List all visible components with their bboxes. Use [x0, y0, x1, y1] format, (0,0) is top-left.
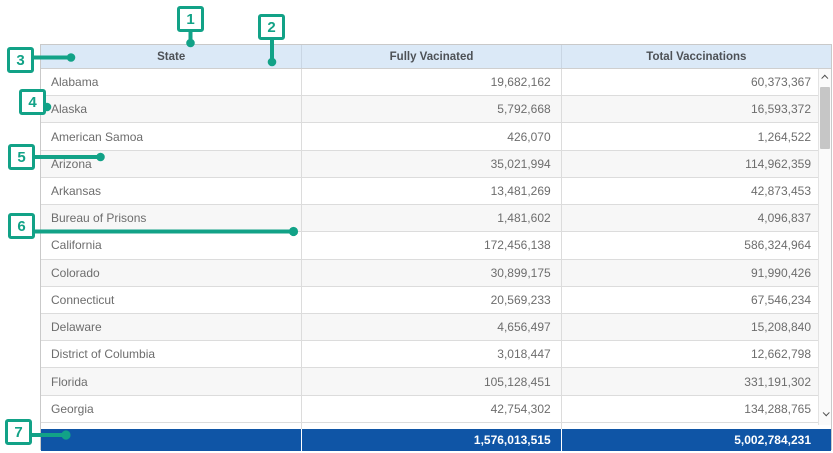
callout-4-badge: 4: [19, 89, 46, 115]
vertical-scrollbar[interactable]: [818, 69, 831, 425]
summary-row: 1,576,013,515 5,002,784,231: [41, 429, 831, 451]
cell-total: 67,546,234: [562, 287, 831, 313]
column-header-state[interactable]: State: [41, 45, 302, 68]
cell-total: 331,191,302: [562, 368, 831, 394]
summary-fully-total: 1,576,013,515: [302, 429, 561, 451]
cell-total: 12,662,798: [562, 341, 831, 367]
cell-fully: 3,018,447: [302, 341, 561, 367]
table-body: Alabama 19,682,162 60,373,367 Alaska 5,7…: [41, 69, 831, 423]
cell-state: District of Columbia: [41, 341, 302, 367]
table-row[interactable]: Bureau of Prisons 1,481,602 4,096,837: [41, 205, 831, 232]
callout-1-badge: 1: [177, 6, 204, 32]
table-row[interactable]: Georgia 42,754,302 134,288,765: [41, 396, 831, 423]
scrollbar-thumb[interactable]: [820, 87, 830, 149]
cell-state: Alabama: [41, 69, 302, 95]
cell-total: 134,288,765: [562, 396, 831, 422]
cell-fully: 19,682,162: [302, 69, 561, 95]
table-header-row: State Fully Vacinated Total Vaccinations: [41, 45, 831, 69]
callout-3-badge: 3: [7, 47, 34, 73]
cell-fully: 105,128,451: [302, 368, 561, 394]
summary-state-cell: [41, 429, 302, 451]
cell-fully: 30,899,175: [302, 260, 561, 286]
callout-2-badge: 2: [258, 14, 285, 40]
table-row[interactable]: American Samoa 426,070 1,264,522: [41, 123, 831, 150]
cell-state: American Samoa: [41, 123, 302, 149]
cell-fully: 20,569,233: [302, 287, 561, 313]
cell-state: Bureau of Prisons: [41, 205, 302, 231]
cell-total: 42,873,453: [562, 178, 831, 204]
chevron-down-icon: [822, 409, 829, 416]
cell-state: Colorado: [41, 260, 302, 286]
table-row[interactable]: Alabama 19,682,162 60,373,367: [41, 69, 831, 96]
table-row[interactable]: Connecticut 20,569,233 67,546,234: [41, 287, 831, 314]
table-row[interactable]: California 172,456,138 586,324,964: [41, 232, 831, 259]
table-row[interactable]: Colorado 30,899,175 91,990,426: [41, 260, 831, 287]
cell-fully: 4,656,497: [302, 314, 561, 340]
cell-total: 4,096,837: [562, 205, 831, 231]
table-row[interactable]: Florida 105,128,451 331,191,302: [41, 368, 831, 395]
cell-state: Connecticut: [41, 287, 302, 313]
summary-vaccinations-total: 5,002,784,231: [562, 429, 831, 451]
cell-state: Delaware: [41, 314, 302, 340]
cell-total: 60,373,367: [562, 69, 831, 95]
column-header-fully-vaccinated[interactable]: Fully Vacinated: [302, 45, 561, 68]
scroll-up-button[interactable]: [819, 69, 831, 85]
cell-state: Florida: [41, 368, 302, 394]
table-row[interactable]: District of Columbia 3,018,447 12,662,79…: [41, 341, 831, 368]
attribute-table: State Fully Vacinated Total Vaccinations…: [40, 44, 832, 450]
cell-total: 91,990,426: [562, 260, 831, 286]
table-row[interactable]: Arkansas 13,481,269 42,873,453: [41, 178, 831, 205]
cell-state: Alaska: [41, 96, 302, 122]
cell-state: Arizona: [41, 151, 302, 177]
callout-5-badge: 5: [8, 144, 35, 170]
cell-state: Georgia: [41, 396, 302, 422]
cell-fully: 5,792,668: [302, 96, 561, 122]
cell-total: 586,324,964: [562, 232, 831, 258]
cell-fully: 42,754,302: [302, 396, 561, 422]
table-row[interactable]: Alaska 5,792,668 16,593,372: [41, 96, 831, 123]
annotated-table-screenshot: { "callouts": [ {"label": "1"}, {"label"…: [0, 0, 833, 453]
callout-6-badge: 6: [8, 213, 35, 239]
column-header-total-vaccinations[interactable]: Total Vaccinations: [562, 45, 831, 68]
cell-total: 16,593,372: [562, 96, 831, 122]
cell-total: 15,208,840: [562, 314, 831, 340]
cell-fully: 1,481,602: [302, 205, 561, 231]
cell-fully: 172,456,138: [302, 232, 561, 258]
chevron-up-icon: [821, 74, 828, 81]
cell-total: 1,264,522: [562, 123, 831, 149]
cell-fully: 426,070: [302, 123, 561, 149]
callout-7-badge: 7: [5, 419, 32, 445]
table-row[interactable]: Arizona 35,021,994 114,962,359: [41, 151, 831, 178]
scroll-down-button[interactable]: [819, 405, 831, 421]
cell-state: Arkansas: [41, 178, 302, 204]
cell-fully: 35,021,994: [302, 151, 561, 177]
cell-fully: 13,481,269: [302, 178, 561, 204]
cell-total: 114,962,359: [562, 151, 831, 177]
cell-state: California: [41, 232, 302, 258]
table-row[interactable]: Delaware 4,656,497 15,208,840: [41, 314, 831, 341]
